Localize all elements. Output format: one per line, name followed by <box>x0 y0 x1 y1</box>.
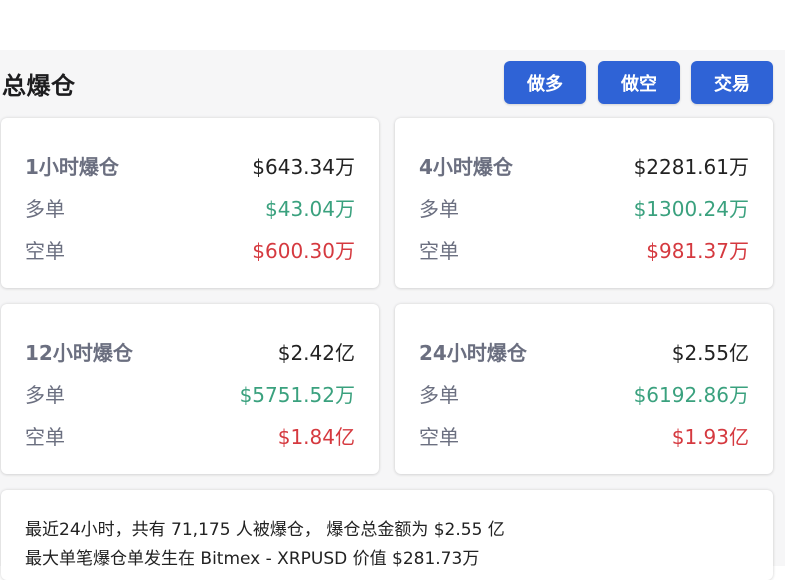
short-row: 空单 $1.84亿 <box>25 420 355 450</box>
liquidation-card-1h: 1小时爆仓 $643.34万 多单 $43.04万 空单 $600.30万 <box>1 118 379 288</box>
short-row: 空单 $600.30万 <box>25 234 355 264</box>
liquidation-card-4h: 4小时爆仓 $2281.61万 多单 $1300.24万 空单 $981.37万 <box>395 118 773 288</box>
long-label: 多单 <box>419 382 459 407</box>
period-label: 12小时爆仓 <box>25 340 133 365</box>
period-label: 24小时爆仓 <box>419 340 527 365</box>
card-header-row: 1小时爆仓 $643.34万 <box>25 150 355 180</box>
short-value: $1.84亿 <box>277 424 355 449</box>
period-label: 1小时爆仓 <box>25 154 119 179</box>
short-button[interactable]: 做空 <box>598 61 680 104</box>
long-label: 多单 <box>25 382 65 407</box>
summary-line-total: 最近24小时，共有 71,175 人被爆仓， 爆仓总金额为 $2.55 亿 <box>25 520 505 540</box>
total-value: $2.55亿 <box>671 340 749 365</box>
card-header-row: 24小时爆仓 $2.55亿 <box>419 336 749 366</box>
long-label: 多单 <box>419 196 459 221</box>
long-row: 多单 $1300.24万 <box>419 192 749 222</box>
summary-line-largest: 最大单笔爆仓单发生在 Bitmex - XRPUSD 价值 $281.73万 <box>25 549 480 569</box>
short-value: $981.37万 <box>646 238 749 263</box>
short-row: 空单 $981.37万 <box>419 234 749 264</box>
short-label: 空单 <box>25 238 65 263</box>
short-label: 空单 <box>419 424 459 449</box>
trade-button[interactable]: 交易 <box>691 61 773 104</box>
long-value: $43.04万 <box>265 196 355 221</box>
long-value: $1300.24万 <box>633 196 749 221</box>
card-header-row: 4小时爆仓 $2281.61万 <box>419 150 749 180</box>
total-value: $643.34万 <box>252 154 355 179</box>
page-title: 总爆仓 <box>2 72 76 100</box>
short-value: $1.93亿 <box>671 424 749 449</box>
long-row: 多单 $6192.86万 <box>419 378 749 408</box>
liquidation-card-24h: 24小时爆仓 $2.55亿 多单 $6192.86万 空单 $1.93亿 <box>395 304 773 474</box>
short-label: 空单 <box>25 424 65 449</box>
short-value: $600.30万 <box>252 238 355 263</box>
long-label: 多单 <box>25 196 65 221</box>
total-value: $2281.61万 <box>633 154 749 179</box>
long-row: 多单 $5751.52万 <box>25 378 355 408</box>
period-label: 4小时爆仓 <box>419 154 513 179</box>
total-value: $2.42亿 <box>277 340 355 365</box>
short-row: 空单 $1.93亿 <box>419 420 749 450</box>
long-button[interactable]: 做多 <box>504 61 586 104</box>
summary-card: 最近24小时，共有 71,175 人被爆仓， 爆仓总金额为 $2.55 亿 最大… <box>1 490 773 580</box>
liquidation-card-12h: 12小时爆仓 $2.42亿 多单 $5751.52万 空单 $1.84亿 <box>1 304 379 474</box>
long-value: $6192.86万 <box>633 382 749 407</box>
short-label: 空单 <box>419 238 459 263</box>
card-header-row: 12小时爆仓 $2.42亿 <box>25 336 355 366</box>
long-row: 多单 $43.04万 <box>25 192 355 222</box>
long-value: $5751.52万 <box>239 382 355 407</box>
